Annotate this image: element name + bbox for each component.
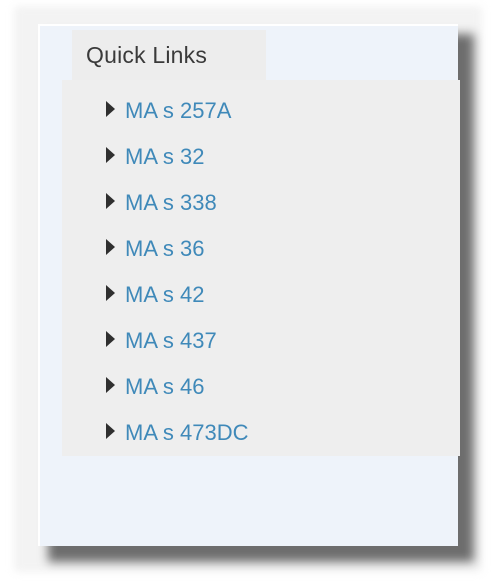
list-item: MA s 46: [106, 364, 249, 410]
quick-link[interactable]: MA s 338: [125, 190, 217, 216]
quick-links-list-box: MA s 257A MA s 32 MA s 338 MA s 36 MA s …: [62, 80, 460, 456]
caret-right-icon: [106, 239, 115, 255]
quick-link[interactable]: MA s 42: [125, 282, 204, 308]
caret-right-icon: [106, 101, 115, 117]
list-item: MA s 473DC: [106, 410, 249, 456]
quick-link[interactable]: MA s 46: [125, 374, 204, 400]
list-item: MA s 257A: [106, 88, 249, 134]
quick-links-title: Quick Links: [86, 41, 208, 68]
caret-right-icon: [106, 331, 115, 347]
list-item: MA s 42: [106, 272, 249, 318]
caret-right-icon: [106, 423, 115, 439]
quick-link[interactable]: MA s 36: [125, 236, 204, 262]
list-item: MA s 32: [106, 134, 249, 180]
quick-links-header: Quick Links: [72, 30, 266, 80]
quick-link[interactable]: MA s 473DC: [125, 420, 249, 446]
list-item: MA s 36: [106, 226, 249, 272]
quick-link[interactable]: MA s 32: [125, 144, 204, 170]
quick-links-list: MA s 257A MA s 32 MA s 338 MA s 36 MA s …: [106, 88, 249, 456]
quick-link[interactable]: MA s 437: [125, 328, 217, 354]
quick-links-panel: Quick Links MA s 257A MA s 32 MA s 338 M…: [38, 24, 460, 546]
caret-right-icon: [106, 377, 115, 393]
screenshot-canvas: Quick Links MA s 257A MA s 32 MA s 338 M…: [0, 0, 498, 583]
caret-right-icon: [106, 193, 115, 209]
caret-right-icon: [106, 285, 115, 301]
list-item: MA s 338: [106, 180, 249, 226]
caret-right-icon: [106, 147, 115, 163]
quick-link[interactable]: MA s 257A: [125, 98, 231, 124]
list-item: MA s 437: [106, 318, 249, 364]
